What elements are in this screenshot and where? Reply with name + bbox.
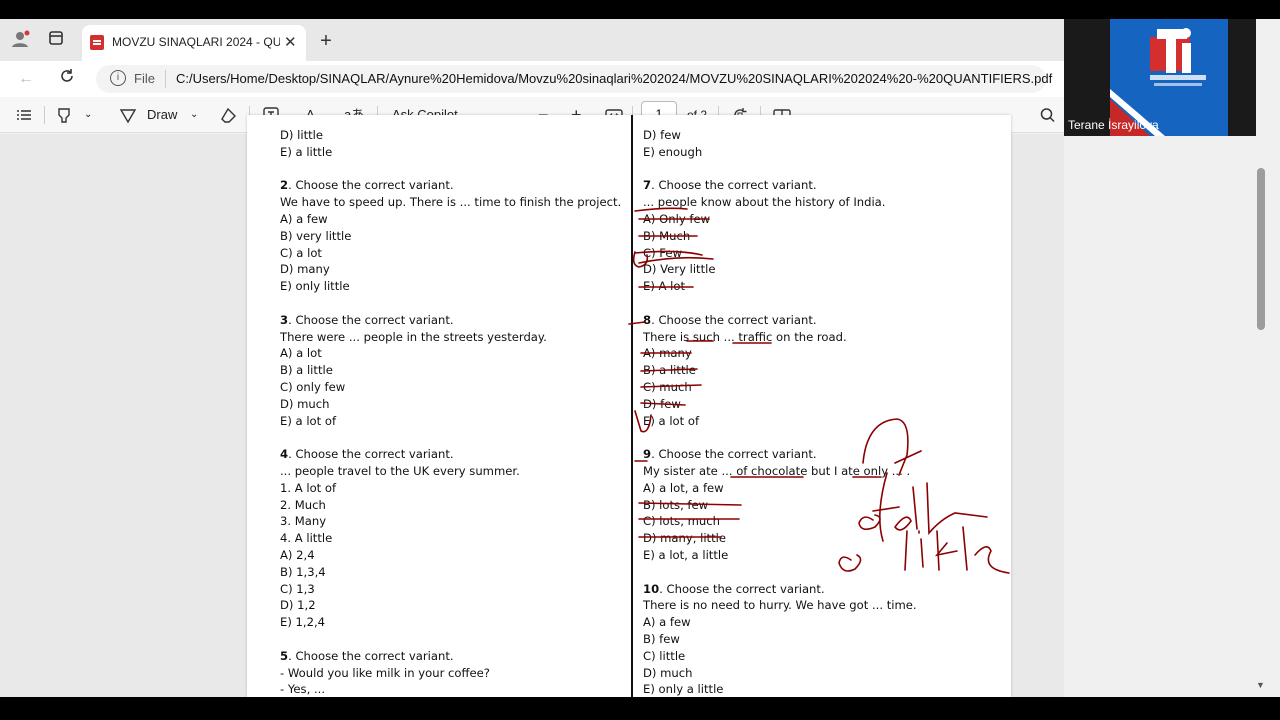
draw-dropdown-icon[interactable]: ⌄ [190, 103, 198, 127]
pdf-icon [90, 35, 104, 50]
tab-bar: MOVZU SINAQLARI 2024 - QUAN ✕ + [0, 19, 1064, 61]
info-icon[interactable]: i [110, 70, 126, 86]
url-separator [165, 70, 166, 88]
tab-actions-icon[interactable] [44, 29, 68, 53]
tab-title: MOVZU SINAQLARI 2024 - QUAN [112, 35, 280, 49]
ink-stroke [634, 207, 688, 212]
ink-stroke [862, 418, 922, 476]
new-tab-icon[interactable]: + [314, 29, 338, 53]
ink-stroke [640, 402, 686, 406]
ink-stroke [638, 256, 714, 264]
webcam-name-label: Terane İsrayilova [1068, 118, 1159, 132]
ink-stroke [904, 526, 1010, 574]
ink-stroke [640, 368, 698, 372]
ink-stroke [632, 251, 649, 268]
ink-stroke [638, 502, 742, 506]
refresh-icon[interactable] [55, 67, 79, 91]
ink-stroke [628, 321, 646, 325]
ink-stroke [872, 472, 988, 542]
pdf-page: D) little E) a little 2. Choose the correc… [247, 115, 1011, 697]
ink-stroke [858, 514, 881, 531]
search-icon[interactable] [1038, 103, 1058, 127]
back-icon[interactable]: ← [14, 67, 38, 91]
ink-stroke [634, 250, 703, 256]
scrollbar-thumb[interactable] [1257, 168, 1265, 330]
url-field[interactable]: i File C:/Users/Home/Desktop/SINAQLAR/Ay… [96, 65, 1052, 93]
ink-stroke [838, 554, 862, 572]
toolbar-divider [44, 106, 45, 124]
draw-button[interactable]: Draw [147, 103, 177, 127]
scroll-down-icon[interactable]: ▼ [1256, 680, 1265, 690]
highlight-dropdown-icon[interactable]: ⌄ [84, 103, 92, 127]
eraser-icon[interactable] [219, 103, 239, 127]
url-scheme-label: File [134, 71, 155, 86]
ink-stroke [634, 410, 652, 433]
profile-icon[interactable] [8, 28, 32, 52]
ink-stroke [640, 384, 702, 388]
contents-icon[interactable] [14, 103, 34, 127]
handwritten-annotations [628, 207, 1010, 574]
address-bar: ← i File C:/Users/Home/Desktop/SINAQLAR/… [0, 61, 1064, 97]
tab-active[interactable]: MOVZU SINAQLARI 2024 - QUAN ✕ [82, 25, 306, 61]
draw-icon[interactable] [118, 103, 138, 127]
close-tab-icon[interactable]: ✕ [284, 33, 297, 51]
highlight-icon[interactable] [55, 103, 75, 127]
url-text[interactable]: C:/Users/Home/Desktop/SINAQLAR/Aynure%20… [176, 71, 1052, 86]
